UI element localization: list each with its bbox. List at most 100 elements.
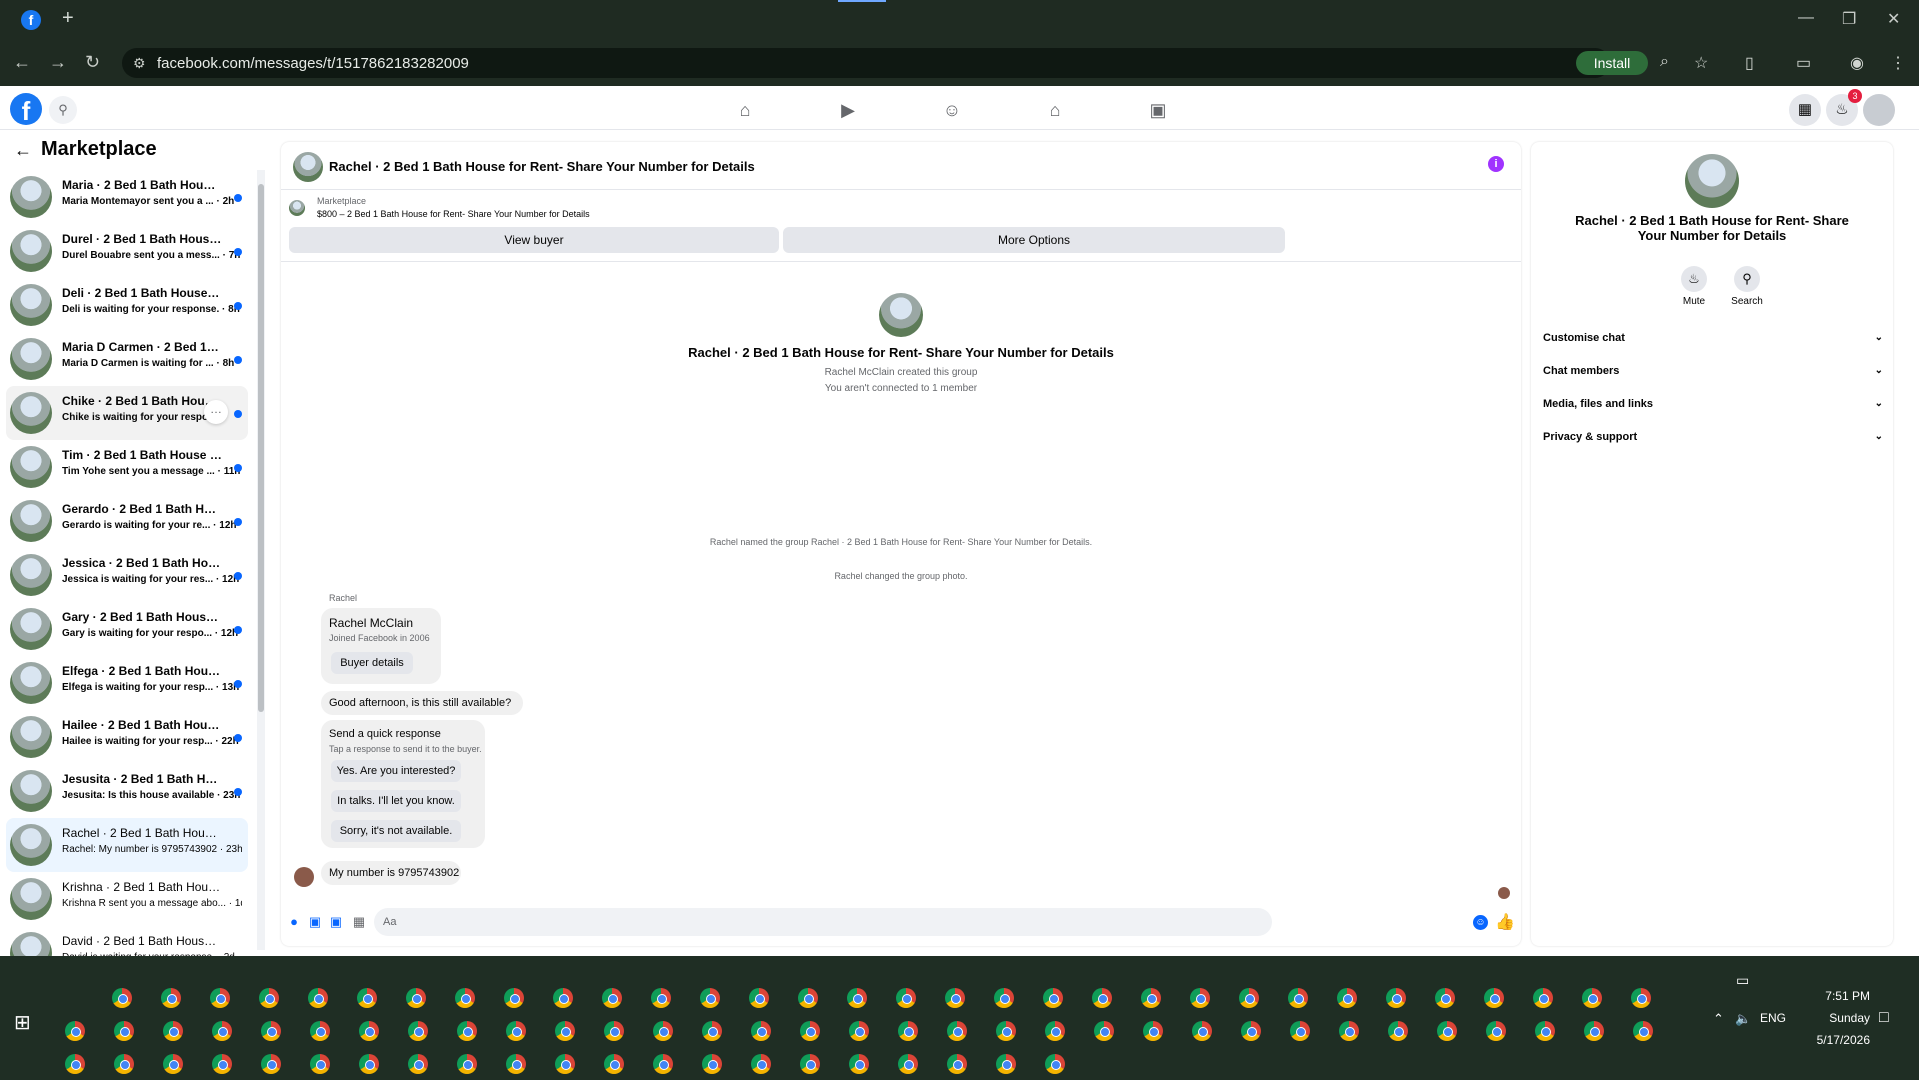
taskbar-chrome-icon[interactable] [406,988,426,1008]
taskbar-chrome-icon[interactable] [310,1054,330,1074]
new-tab-button[interactable]: + [62,8,74,28]
back-icon[interactable]: ← [13,52,31,73]
taskbar-chrome-icon[interactable] [359,1054,379,1074]
conversation-item[interactable]: David · 2 Bed 1 Bath House for Rent- Sha… [6,926,248,956]
section-media-files-links[interactable]: Media, files and links ⌄ [1543,392,1883,416]
group-avatar[interactable] [293,152,323,182]
more-options-button[interactable]: More Options [783,227,1285,253]
taskbar-chrome-icon[interactable] [161,988,181,1008]
conversation-item[interactable]: Maria · 2 Bed 1 Bath House for Rent- Sha… [6,170,248,224]
home-icon[interactable]: ⌂ [733,98,757,122]
taskbar-chrome-icon[interactable] [653,1021,673,1041]
taskbar-chrome-icon[interactable] [1582,988,1602,1008]
taskbar-chrome-icon[interactable] [1143,1021,1163,1041]
conversation-item[interactable]: Durel · 2 Bed 1 Bath House for Rent- Sha… [6,224,248,278]
minimize-icon[interactable]: — [1798,9,1814,27]
section-privacy-support[interactable]: Privacy & support ⌄ [1543,425,1883,449]
taskbar-chrome-icon[interactable] [604,1021,624,1041]
taskbar-chrome-icon[interactable] [749,988,769,1008]
taskbar-chrome-icon[interactable] [504,988,524,1008]
taskbar-chrome-icon[interactable] [210,988,230,1008]
thumbs-up-icon[interactable]: 👍 [1495,912,1515,932]
taskbar-chrome-icon[interactable] [653,1054,673,1074]
taskbar-chrome-icon[interactable] [800,1054,820,1074]
taskbar-chrome-icon[interactable] [947,1054,967,1074]
search-icon[interactable]: ⚲ [1734,266,1760,292]
taskbar-chrome-icon[interactable] [163,1021,183,1041]
taskbar-chrome-icon[interactable] [1533,988,1553,1008]
taskbar-chrome-icon[interactable] [555,1054,575,1074]
speaker-icon[interactable]: 🔈 [1735,1011,1751,1027]
taskbar-chrome-icon[interactable] [65,1054,85,1074]
sidebar-scroll-thumb[interactable] [258,184,264,712]
url-text[interactable]: facebook.com/messages/t/1517862183282009 [157,55,469,72]
taskbar-chrome-icon[interactable] [849,1021,869,1041]
taskbar-chrome-icon[interactable] [1192,1021,1212,1041]
chrome-menu-icon[interactable]: ⋮ [1890,53,1906,73]
site-info-icon[interactable]: ⚙ [133,55,146,72]
taskbar-chrome-icon[interactable] [1045,1021,1065,1041]
taskbar-chrome-icon[interactable] [1239,988,1259,1008]
clock-day[interactable]: Sunday [1790,1011,1870,1025]
taskbar-chrome-icon[interactable] [1339,1021,1359,1041]
taskbar-chrome-icon[interactable] [702,1021,722,1041]
bookmark-star-icon[interactable]: ☆ [1694,53,1708,73]
taskbar-chrome-icon[interactable] [1435,988,1455,1008]
taskbar-chrome-icon[interactable] [996,1054,1016,1074]
taskbar-chrome-icon[interactable] [1290,1021,1310,1041]
cast-icon[interactable]: ▭ [1796,53,1811,73]
video-icon[interactable]: ▶ [836,98,860,122]
profile-icon[interactable]: ◉ [1850,53,1864,73]
conversation-item[interactable]: Gary · 2 Bed 1 Bath House for Rent- Shar… [6,602,248,656]
taskbar-chrome-icon[interactable] [65,1021,85,1041]
conversation-item[interactable]: Krishna · 2 Bed 1 Bath House for Rent- S… [6,872,248,926]
taskbar-chrome-icon[interactable] [506,1054,526,1074]
taskbar-chrome-icon[interactable] [1388,1021,1408,1041]
taskbar-chrome-icon[interactable] [212,1054,232,1074]
taskbar-chrome-icon[interactable] [1288,988,1308,1008]
clock-date[interactable]: 5/17/2026 [1790,1033,1870,1047]
taskbar-chrome-icon[interactable] [1437,1021,1457,1041]
taskbar-chrome-icon[interactable] [457,1054,477,1074]
taskbar-chrome-icon[interactable] [455,988,475,1008]
back-arrow-icon[interactable]: ← [14,140,32,161]
taskbar-chrome-icon[interactable] [945,988,965,1008]
taskbar-chrome-icon[interactable] [700,988,720,1008]
taskbar-chrome-icon[interactable] [751,1021,771,1041]
zoom-icon[interactable]: ⌕ [1660,53,1669,71]
listing-row[interactable]: Marketplace $800 – 2 Bed 1 Bath House fo… [289,196,1509,222]
gif-icon[interactable]: ▦ [351,914,367,930]
language-indicator[interactable]: ENG [1760,1011,1786,1025]
conversation-item[interactable]: Gerardo · 2 Bed 1 Bath House for Rent- S… [6,494,248,548]
taskbar-chrome-icon[interactable] [847,988,867,1008]
taskbar-chrome-icon[interactable] [800,1021,820,1041]
facebook-tab-icon[interactable]: f [21,10,41,30]
search-icon[interactable]: ⚲ [49,96,77,124]
conversation-item[interactable]: Hailee · 2 Bed 1 Bath House for Rent- Sh… [6,710,248,764]
more-options-icon[interactable]: … [204,400,228,424]
taskbar-chrome-icon[interactable] [112,988,132,1008]
page-scrollbar[interactable] [1905,92,1917,952]
message-input[interactable] [374,908,1272,936]
bell-icon[interactable]: ♨ [1681,266,1707,292]
view-buyer-button[interactable]: View buyer [289,227,779,253]
taskbar-chrome-icon[interactable] [947,1021,967,1041]
taskbar-chrome-icon[interactable] [896,988,916,1008]
taskbar-chrome-icon[interactable] [506,1021,526,1041]
taskbar-chrome-icon[interactable] [1043,988,1063,1008]
install-button[interactable]: Install [1576,51,1648,75]
taskbar-chrome-icon[interactable] [604,1054,624,1074]
microphone-icon[interactable]: ● [286,914,302,930]
restore-icon[interactable]: ❐ [1842,9,1856,29]
taskbar-chrome-icon[interactable] [408,1054,428,1074]
chat-title[interactable]: Rachel · 2 Bed 1 Bath House for Rent- Sh… [329,159,755,174]
forward-icon[interactable]: → [49,52,67,73]
taskbar-chrome-icon[interactable] [751,1054,771,1074]
taskbar-chrome-icon[interactable] [1486,1021,1506,1041]
section-customise-chat[interactable]: Customise chat ⌄ [1543,326,1883,350]
taskbar-chrome-icon[interactable] [994,988,1014,1008]
conversation-item[interactable]: Deli · 2 Bed 1 Bath House for Rent- Shar… [6,278,248,332]
sticker-icon[interactable]: ▣ [328,914,344,930]
taskbar-chrome-icon[interactable] [702,1054,722,1074]
taskbar-chrome-icon[interactable] [261,1021,281,1041]
